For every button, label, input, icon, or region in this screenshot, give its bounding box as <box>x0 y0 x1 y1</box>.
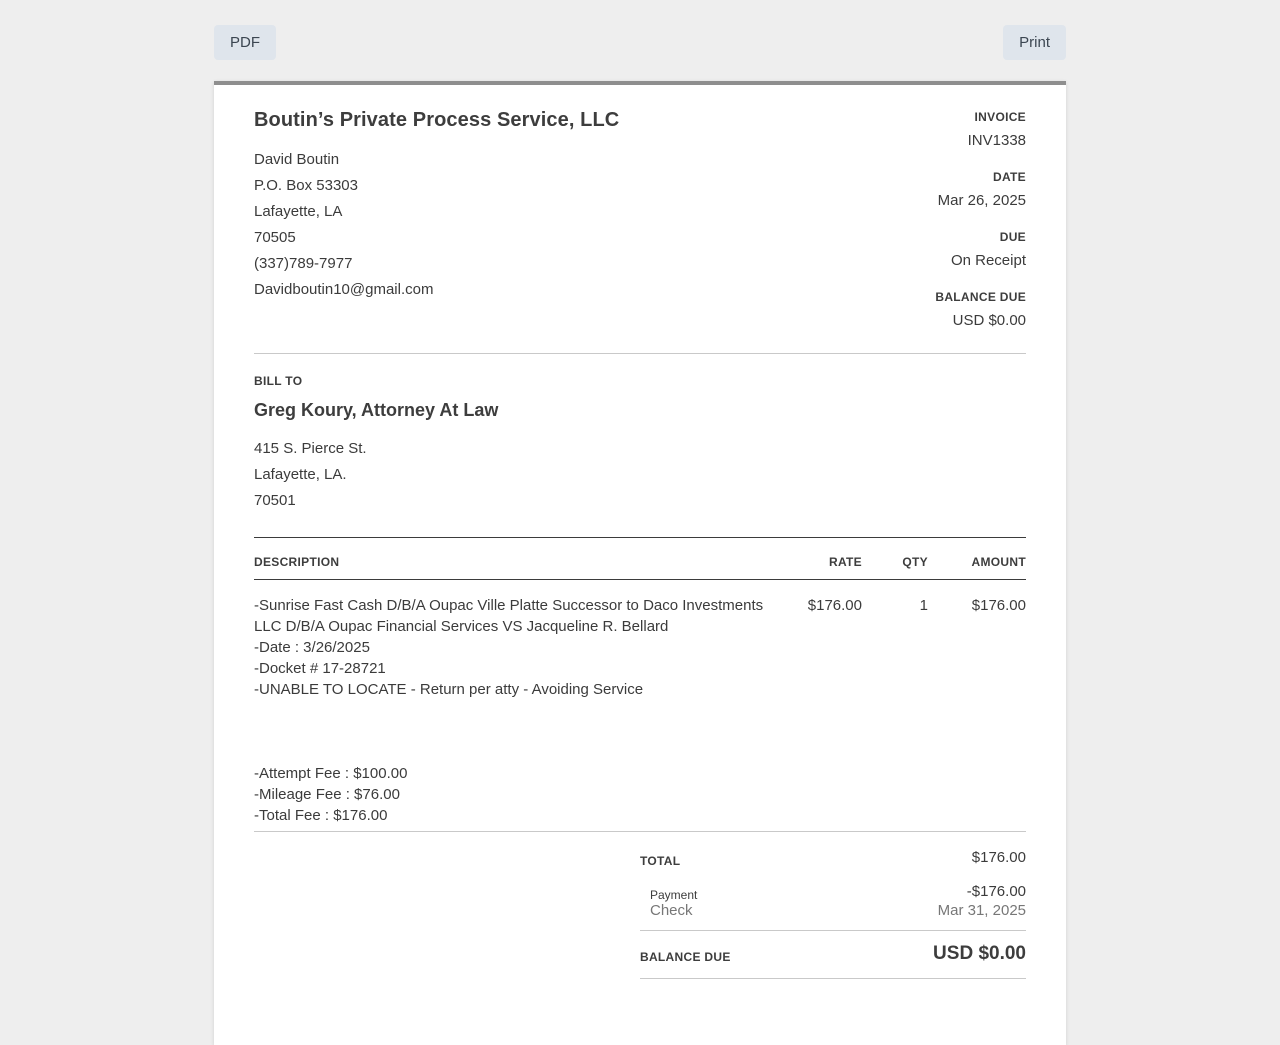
client-street: 415 S. Pierce St. <box>254 440 367 457</box>
client-address: 415 S. Pierce St. Lafayette, LA. 70501 <box>254 436 367 514</box>
description-line: -Total Fee : $176.00 <box>254 807 388 824</box>
invoice-balance: USD $0.00 <box>952 312 1026 329</box>
invoice-due-block: DUE On Receipt <box>935 228 1026 274</box>
invoice-balance-label: BALANCE DUE <box>935 290 1026 304</box>
invoice-date-block: DATE Mar 26, 2025 <box>935 168 1026 214</box>
total-value: $176.00 <box>971 849 1026 866</box>
client-name: Greg Koury, Attorney At Law <box>254 400 499 420</box>
invoice-due: On Receipt <box>950 252 1026 269</box>
client-city: Lafayette, LA. <box>254 466 347 483</box>
company-phone: (337)789-7977 <box>254 255 353 272</box>
company-name: Boutin’s Private Process Service, LLC <box>254 109 620 131</box>
total-label: TOTAL <box>640 854 681 868</box>
description-line: -Mileage Fee : $76.00 <box>254 786 400 803</box>
table-header-rule <box>254 579 1026 580</box>
company-po-box: P.O. Box 53303 <box>254 177 358 194</box>
company-contact-name: David Boutin <box>254 151 340 168</box>
payment-date: Mar 31, 2025 <box>937 902 1026 919</box>
print-button[interactable]: Print <box>1003 25 1066 60</box>
balance-due-label: BALANCE DUE <box>640 950 731 964</box>
payment-method: Check <box>650 902 693 919</box>
line-item-qty: 1 <box>919 597 928 614</box>
company-city: Lafayette, LA <box>254 203 343 220</box>
header-divider <box>254 353 1026 354</box>
line-item-amount: $176.00 <box>971 597 1026 614</box>
client-zip: 70501 <box>254 492 296 509</box>
invoice-number-block: INVOICE INV1338 <box>935 108 1026 154</box>
description-line: -Sunrise Fast Cash D/B/A Oupac Ville Pla… <box>254 597 764 614</box>
table-top-rule <box>254 537 1026 538</box>
invoice-date-label: DATE <box>993 170 1026 184</box>
invoice-balance-block: BALANCE DUE USD $0.00 <box>935 288 1026 334</box>
bill-to-label: BILL TO <box>254 374 303 388</box>
description-line: -Docket # 17-28721 <box>254 660 386 677</box>
rate-header: RATE <box>829 555 862 569</box>
company-email: Davidboutin10@gmail.com <box>254 281 434 298</box>
description-line <box>254 721 784 742</box>
pdf-button[interactable]: PDF <box>214 25 276 60</box>
invoice-number-label: INVOICE <box>974 110 1026 124</box>
invoice-date: Mar 26, 2025 <box>937 192 1026 209</box>
description-line <box>254 742 784 763</box>
description-line: -Date : 3/26/2025 <box>254 639 370 656</box>
description-line <box>254 700 784 721</box>
description-line: LLC D/B/A Oupac Financial Services VS Ja… <box>254 618 669 635</box>
amount-header: AMOUNT <box>971 555 1026 569</box>
description-line: -UNABLE TO LOCATE - Return per atty - Av… <box>254 681 644 698</box>
items-bottom-rule <box>254 831 1026 832</box>
description-header: DESCRIPTION <box>254 555 340 569</box>
totals-divider <box>640 930 1026 931</box>
toolbar: PDF Print <box>214 25 1066 61</box>
qty-header: QTY <box>902 555 928 569</box>
invoice-number: INV1338 <box>967 132 1026 149</box>
invoice-document: Boutin’s Private Process Service, LLC Da… <box>214 81 1066 1045</box>
invoice-due-label: DUE <box>999 230 1026 244</box>
line-item-rate: $176.00 <box>807 597 862 614</box>
invoice-meta: INVOICE INV1338 DATE Mar 26, 2025 DUE On… <box>935 108 1026 348</box>
payment-label: Payment <box>650 888 698 902</box>
company-address: David Boutin P.O. Box 53303 Lafayette, L… <box>254 147 433 303</box>
description-line: -Attempt Fee : $100.00 <box>254 765 408 782</box>
line-item-description: -Sunrise Fast Cash D/B/A Oupac Ville Pla… <box>254 595 784 826</box>
company-zip: 70505 <box>254 229 296 246</box>
totals-bottom-rule <box>640 978 1026 979</box>
payment-value: -$176.00 <box>966 883 1026 900</box>
balance-due-value: USD $0.00 <box>933 943 1026 964</box>
